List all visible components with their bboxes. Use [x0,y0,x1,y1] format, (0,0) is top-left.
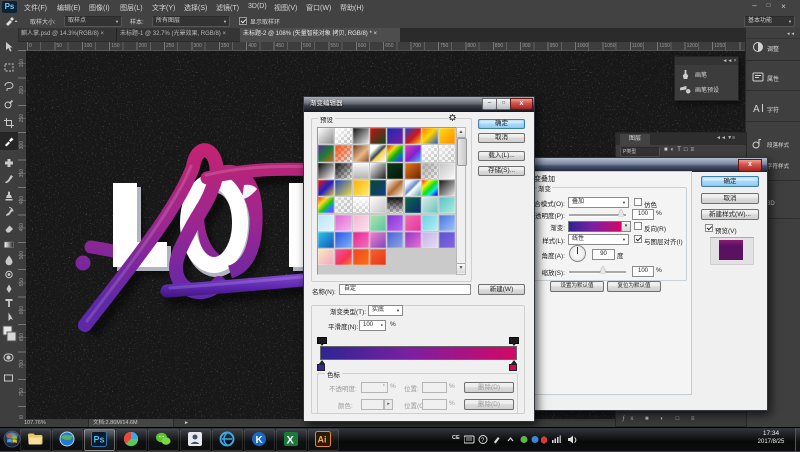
svg-text:A: A [753,104,760,114]
svg-text:Ps: Ps [94,435,105,445]
svg-text:X: X [287,435,295,447]
svg-text:Ai: Ai [318,435,327,445]
svg-text:K: K [256,435,264,446]
